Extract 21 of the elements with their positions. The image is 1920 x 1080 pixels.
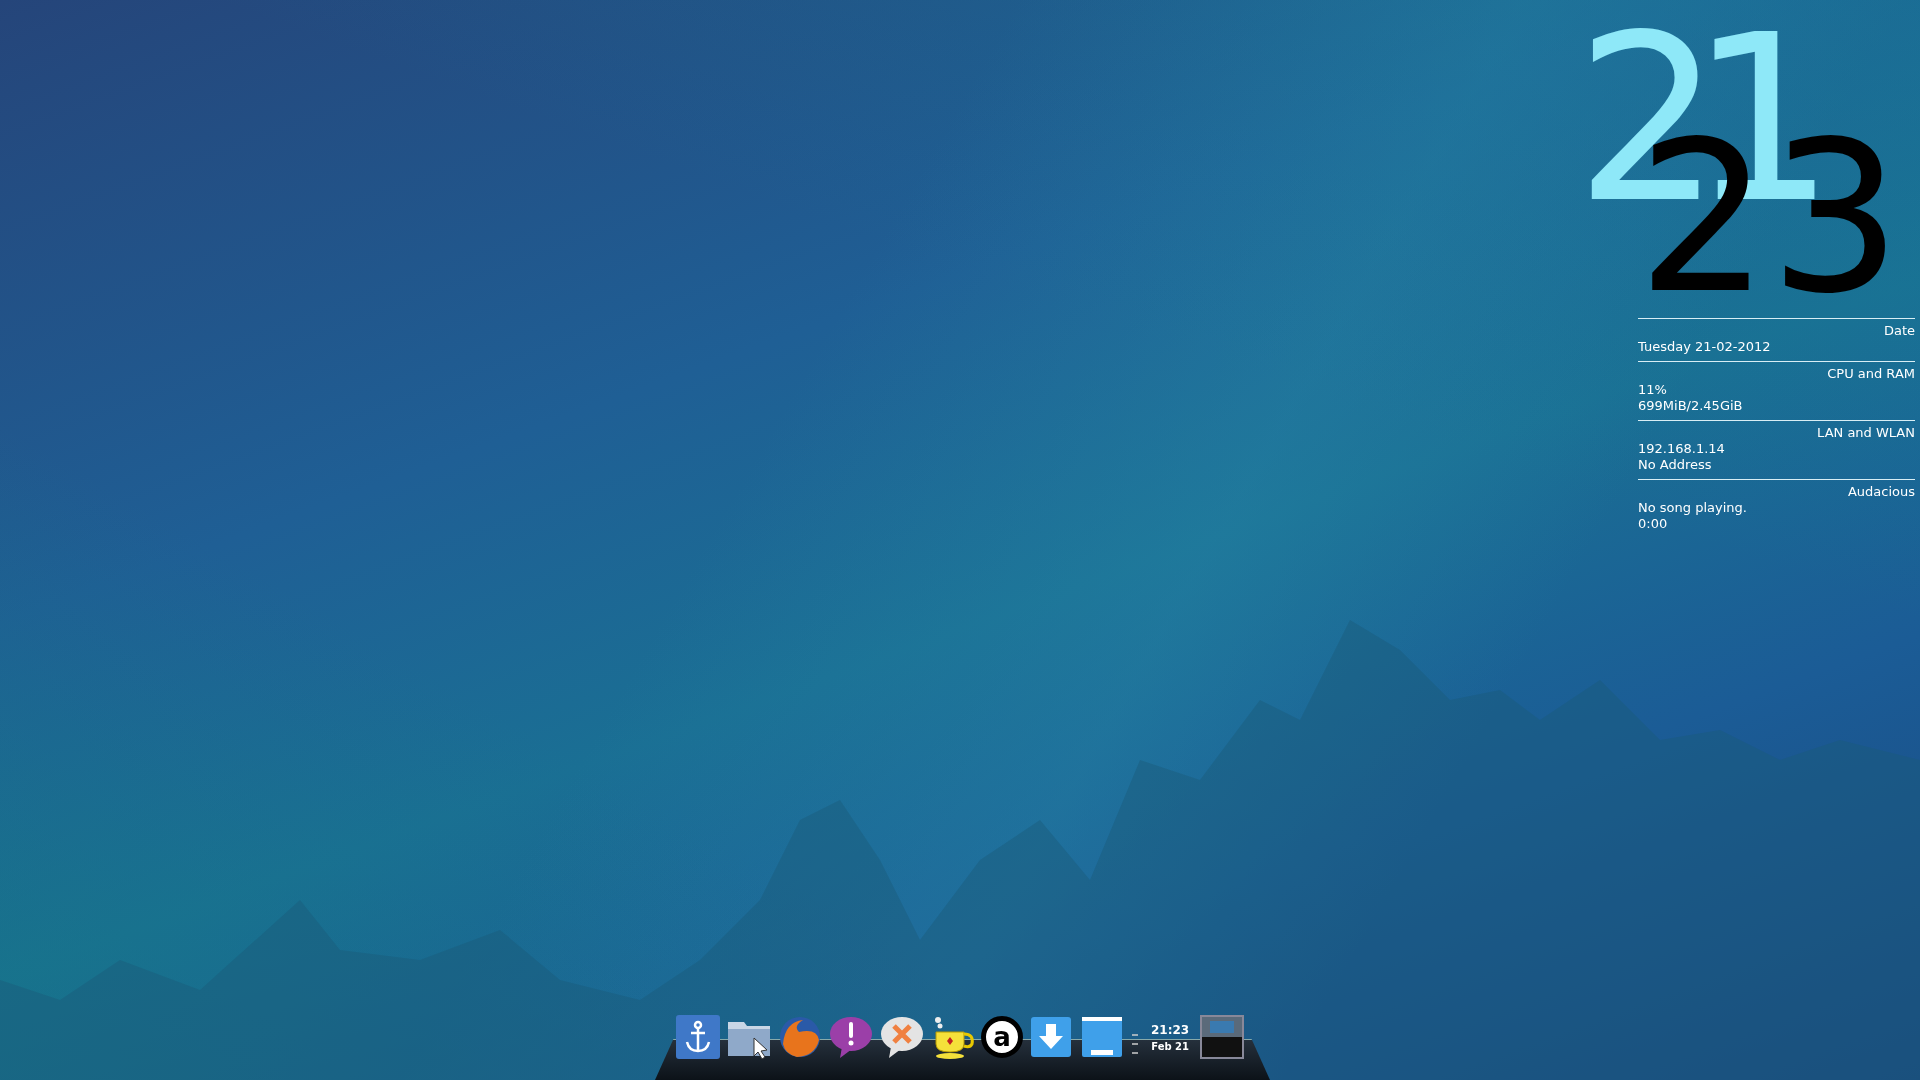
section-value: Tuesday 21-02-2012 [1638,339,1772,355]
dock-clock-date: Feb 21 [1151,1040,1189,1052]
section-title: CPU and RAM [1827,366,1915,382]
workspace-pager[interactable] [1200,1015,1245,1059]
section-value: 11% [1638,382,1668,398]
dock-clock-time: 21:23 [1151,1022,1190,1037]
section-value: 192.168.1.14 [1638,441,1726,457]
dock-separator-icon [1130,1032,1140,1056]
section-title: Audacious [1847,484,1915,500]
anchor-icon[interactable] [675,1014,721,1060]
section-title: Date [1883,323,1915,339]
cross-bubble-icon[interactable] [879,1014,925,1060]
section-value: No Address [1638,457,1713,473]
exclamation-bubble-icon[interactable] [828,1014,874,1060]
section-value: 0:00 [1638,516,1669,532]
globe-icon[interactable] [777,1014,823,1060]
section-value: No song playing. [1638,500,1748,516]
letter-circle-icon[interactable]: a [981,1016,1023,1058]
window-icon[interactable] [1079,1014,1125,1060]
section-value: 699MiB/2.45GiB [1638,398,1744,414]
section-title: LAN and WLAN [1817,425,1915,441]
